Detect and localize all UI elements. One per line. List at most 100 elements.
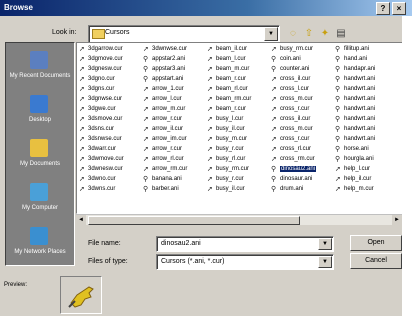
title-bar[interactable]: Browse ? × — [0, 0, 412, 16]
file-item[interactable]: ⚲ banana.ani — [143, 175, 201, 185]
file-item[interactable]: ➚ arrow_im.cur — [143, 135, 201, 145]
file-item[interactable]: ➚ busy_rm.cur — [207, 165, 265, 175]
file-item[interactable]: ➚ cross_rl.cur — [271, 145, 329, 155]
new-folder-icon[interactable]: ✦ — [318, 27, 332, 41]
file-item[interactable]: ➚ beam_rl.cur — [207, 85, 265, 95]
up-folder-icon[interactable]: ⇧ — [302, 27, 316, 41]
file-item[interactable]: ⚲ handwrt.ani — [335, 105, 393, 115]
file-item[interactable]: ⚲ hourgla.ani — [335, 155, 393, 165]
file-item[interactable]: ➚ 3dwnwse.cur — [143, 45, 201, 55]
place-my-computer[interactable]: My Computer — [6, 179, 74, 223]
file-item[interactable]: ➚ arrow_rm.cur — [143, 165, 201, 175]
file-item[interactable]: ➚ 3dsns.cur — [79, 125, 137, 135]
file-item[interactable]: ➚ 3dwnesw.cur — [79, 165, 137, 175]
file-item[interactable]: ⚲ appstar2.ani — [143, 55, 201, 65]
file-item[interactable]: ⚲ appstar3.ani — [143, 65, 201, 75]
file-item[interactable]: ➚ busy_r.cur — [207, 175, 265, 185]
open-button[interactable]: Open — [350, 235, 402, 251]
file-item[interactable]: ➚ 3dwns.cur — [79, 185, 137, 195]
file-item[interactable]: ➚ arrow_m.cur — [143, 105, 201, 115]
file-item[interactable]: ➚ busy_il.cur — [207, 125, 265, 135]
file-item[interactable]: ➚ cross_rm.cur — [271, 155, 329, 165]
file-item[interactable]: ⚲ counter.ani — [271, 65, 329, 75]
file-item[interactable]: ➚ 3dgarrow.cur — [79, 45, 137, 55]
file-item[interactable]: ➚ arrow_l.cur — [143, 95, 201, 105]
view-menu-icon[interactable]: ▤ — [334, 27, 348, 41]
file-item[interactable]: ⚲ barber.ani — [143, 185, 201, 195]
look-in-dropdown[interactable]: Cursors ▼ — [88, 25, 280, 43]
file-item[interactable]: ➚ 3dgnesw.cur — [79, 65, 137, 75]
help-button[interactable]: ? — [376, 2, 390, 15]
file-item[interactable]: ➚ busy_m.cur — [207, 135, 265, 145]
file-item[interactable]: ➚ beam_rm.cur — [207, 95, 265, 105]
file-item[interactable]: ➚ help_m.cur — [335, 185, 393, 195]
scroll-left-icon[interactable]: ◄ — [76, 215, 86, 225]
back-icon[interactable]: ◌ — [286, 27, 300, 41]
cancel-button[interactable]: Cancel — [350, 253, 402, 269]
file-item[interactable]: ➚ 3dgno.cur — [79, 75, 137, 85]
file-item[interactable]: ➚ help_l.cur — [335, 165, 393, 175]
file-item[interactable]: ➚ 3dgnwse.cur — [79, 95, 137, 105]
file-name-input[interactable]: dinosau2.ani ▼ — [156, 236, 334, 252]
file-item[interactable]: ➚ 3dsnwse.cur — [79, 135, 137, 145]
file-item[interactable]: ➚ beam_r.cur — [207, 75, 265, 85]
file-item[interactable]: ➚ cross_r.cur — [271, 105, 329, 115]
file-item[interactable]: ⚲ handwrt.ani — [335, 85, 393, 95]
file-item[interactable]: ➚ beam_il.cur — [207, 45, 265, 55]
file-item[interactable]: ➚ cross_il.cur — [271, 75, 329, 85]
file-item[interactable]: ⚲ handwrt.ani — [335, 135, 393, 145]
horizontal-scrollbar[interactable]: ◄ ► — [76, 214, 402, 225]
scroll-right-icon[interactable]: ► — [392, 215, 402, 225]
file-item[interactable]: ➚ busy_r.cur — [207, 145, 265, 155]
scroll-thumb[interactable] — [88, 216, 300, 225]
file-item[interactable]: ➚ cross_m.cur — [271, 95, 329, 105]
file-list[interactable]: ➚ 3dgarrow.cur ➚ 3dgmove.cur ➚ 3dgnesw.cur ➚ 3d… — [76, 42, 404, 214]
file-type-dropdown[interactable]: Cursors (*.ani, *.cur) ▼ — [156, 254, 334, 270]
place-recent-documents[interactable]: My Recent Documents — [6, 47, 74, 91]
file-item[interactable]: ➚ cross_m.cur — [271, 125, 329, 135]
file-item[interactable]: ➚ beam_l.cur — [207, 55, 265, 65]
file-item[interactable]: ➚ arrow_r.cur — [143, 145, 201, 155]
place-desktop[interactable]: Desktop — [6, 91, 74, 135]
file-item[interactable]: ➚ busy_rm.cur — [271, 45, 329, 55]
file-item[interactable]: ➚ 3dwno.cur — [79, 175, 137, 185]
file-item[interactable]: ➚ beam_r.cur — [207, 105, 265, 115]
file-item[interactable]: ⚲ fillitup.ani — [335, 45, 393, 55]
file-item[interactable]: ➚ cross_l.cur — [271, 85, 329, 95]
chevron-down-icon[interactable]: ▼ — [318, 238, 332, 250]
file-item[interactable]: ➚ help_il.cur — [335, 175, 393, 185]
file-item[interactable]: ➚ arrow_il.cur — [143, 125, 201, 135]
file-item[interactable]: ⚲ handwrt.ani — [335, 115, 393, 125]
file-item[interactable]: ➚ arrow_1.cur — [143, 85, 201, 95]
file-item[interactable]: ➚ 3dwarr.cur — [79, 145, 137, 155]
file-item[interactable]: ➚ busy_rl.cur — [207, 155, 265, 165]
file-item[interactable]: ➚ 3dsmove.cur — [79, 115, 137, 125]
file-item[interactable]: ⚲ handwrt.ani — [335, 75, 393, 85]
chevron-down-icon[interactable]: ▼ — [318, 256, 332, 268]
file-item[interactable]: ⚲ dinosau2.ani — [271, 165, 329, 175]
file-item[interactable]: ⚲ handwrt.ani — [335, 95, 393, 105]
file-item[interactable]: ⚲ handwrt.ani — [335, 125, 393, 135]
file-item[interactable]: ➚ arrow_r.cur — [143, 115, 201, 125]
file-item[interactable]: ⚲ hand.ani — [335, 55, 393, 65]
file-item[interactable]: ➚ busy_il.cur — [207, 185, 265, 195]
file-item[interactable]: ⚲ coin.ani — [271, 55, 329, 65]
file-item[interactable]: ⚲ handapr.ani — [335, 65, 393, 75]
file-item[interactable]: ➚ 3dgwe.cur — [79, 105, 137, 115]
file-item[interactable]: ➚ beam_m.cur — [207, 65, 265, 75]
chevron-down-icon[interactable]: ▼ — [264, 27, 278, 41]
file-item[interactable]: ⚲ horse.ani — [335, 145, 393, 155]
file-item[interactable]: ➚ 3dgmove.cur — [79, 55, 137, 65]
file-item[interactable]: ➚ busy_l.cur — [207, 115, 265, 125]
file-item[interactable]: ➚ 3dwmove.cur — [79, 155, 137, 165]
file-item[interactable]: ⚲ appstart.ani — [143, 75, 201, 85]
file-item[interactable]: ➚ cross_r.cur — [271, 135, 329, 145]
file-item[interactable]: ➚ cross_il.cur — [271, 115, 329, 125]
file-item[interactable]: ➚ 3dgns.cur — [79, 85, 137, 95]
place-my-documents[interactable]: My Documents — [6, 135, 74, 179]
close-button[interactable]: × — [392, 2, 406, 15]
file-item[interactable]: ⚲ dinosaur.ani — [271, 175, 329, 185]
file-item[interactable]: ➚ arrow_rl.cur — [143, 155, 201, 165]
file-item[interactable]: ⚲ drum.ani — [271, 185, 329, 195]
place-network-places[interactable]: My Network Places — [6, 223, 74, 267]
